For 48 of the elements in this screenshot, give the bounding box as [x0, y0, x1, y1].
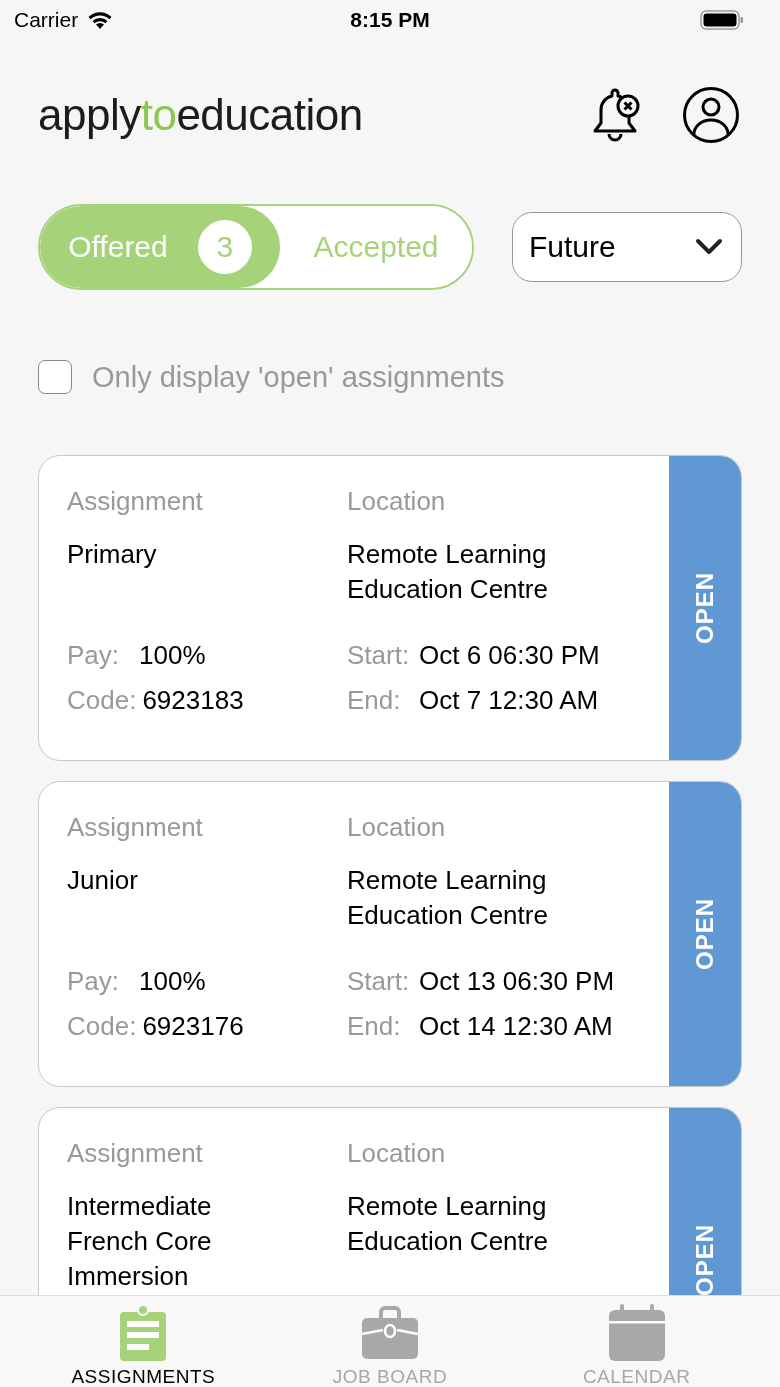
assignment-name: Junior — [67, 864, 139, 897]
assignment-card[interactable]: Assignment Primary Location Remote Learning Education Centre Pay: 100% Start: Oct 6 06:30 PM Code: 6923183 End: Oct 7 12:30 AM OPEN — [38, 455, 742, 761]
location-name: Remote Learning Education Centre — [347, 864, 549, 932]
assignment-card[interactable]: Assignment Junior Location Remote Learning Education Centre Pay: 100% Start: Oct 13 06:30 PM Code: 6923176 End: Oct 14 12:30 AM OPEN — [38, 781, 742, 1087]
battery-icon — [700, 9, 744, 31]
field-value: 100% — [139, 640, 206, 671]
field-label: Start: — [347, 966, 411, 997]
status-label: OPEN — [691, 1224, 719, 1295]
assignment-name: Primary — [67, 538, 158, 571]
status-label: OPEN — [691, 572, 719, 644]
briefcase-icon — [361, 1304, 419, 1362]
period-dropdown[interactable]: Future — [512, 212, 742, 282]
field-label: Assignment — [67, 486, 204, 517]
field-label: Code: — [67, 1011, 137, 1042]
assignment-card[interactable]: Assignment Intermediate French Core Immersion Location Remote Learning Education Centre OPEN — [38, 1107, 742, 1295]
count-badge: 3 — [197, 220, 252, 274]
field-label: Code: — [67, 685, 137, 716]
calendar-icon — [607, 1304, 666, 1362]
field-label: Assignment — [67, 1138, 204, 1169]
checkbox-label: Only display 'open' assignments — [92, 360, 505, 394]
profile-icon[interactable] — [682, 86, 740, 144]
open-filter-checkbox[interactable] — [38, 360, 72, 394]
app-logo: applytoeducation — [38, 90, 363, 140]
status-time: 8:15 PM — [350, 8, 430, 32]
status-label: OPEN — [691, 898, 719, 970]
field-value: 6923176 — [142, 1011, 244, 1042]
field-value: 6923183 — [142, 685, 244, 716]
tab-bar-item[interactable]: ASSIGNMENTS — [43, 1304, 244, 1387]
field-label: Start: — [347, 640, 411, 671]
assignment-name: Intermediate French Core Immersion — [67, 1190, 213, 1293]
field-value: Oct 13 06:30 PM — [419, 966, 615, 997]
location-name: Remote Learning Education Centre — [347, 538, 549, 606]
field-label: Pay: — [67, 640, 121, 671]
field-label: Assignment — [67, 812, 204, 843]
clipboard-icon — [118, 1304, 169, 1362]
field-value: Oct 14 12:30 AM — [419, 1011, 613, 1042]
field-value: Oct 6 06:30 PM — [419, 640, 600, 671]
field-label: Location — [347, 1138, 447, 1169]
chevron-down-icon — [695, 238, 723, 256]
field-label: End: — [347, 685, 402, 716]
field-label: Pay: — [67, 966, 121, 997]
location-name: Remote Learning Education Centre — [347, 1190, 549, 1258]
field-label: Location — [347, 486, 447, 517]
field-label: Location — [347, 812, 447, 843]
field-value: 100% — [139, 966, 206, 997]
carrier-name: Carrier — [14, 8, 79, 32]
field-value: Oct 7 12:30 AM — [419, 685, 599, 716]
field-label: End: — [347, 1011, 402, 1042]
